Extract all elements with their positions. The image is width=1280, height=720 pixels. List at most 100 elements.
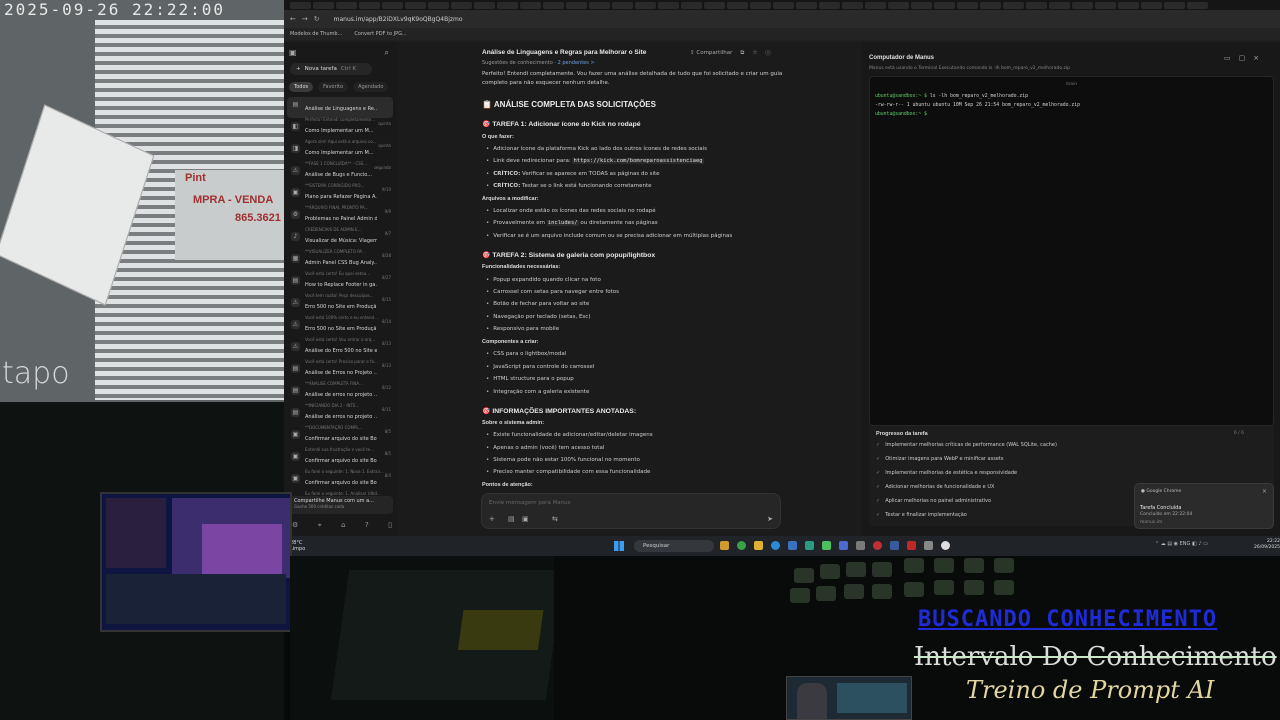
- sidebar-task-item[interactable]: ♪ Visualizar de Música: Viagem... 9/7 **VIS…: [287, 229, 393, 254]
- browser-tab[interactable]: [1003, 1, 1024, 9]
- plus-icon[interactable]: +: [489, 515, 495, 523]
- browser-tab[interactable]: [911, 1, 932, 9]
- browser-tab[interactable]: [635, 1, 656, 9]
- sidebar-task-item[interactable]: ▤ Análise de erros no projeto ... 8/12 **IN…: [287, 383, 393, 408]
- share-promo[interactable]: Compartilhe Manus com um a... Ganhe 500 …: [289, 496, 393, 514]
- browser-tab[interactable]: [727, 1, 748, 9]
- send-icon[interactable]: ➤: [767, 515, 773, 523]
- browser-tab[interactable]: [980, 1, 1001, 9]
- browser-tab[interactable]: [405, 1, 426, 9]
- star-icon[interactable]: ☆: [752, 50, 757, 56]
- close-icon[interactable]: ×: [1262, 488, 1267, 495]
- browser-tab[interactable]: [957, 1, 978, 9]
- share-button[interactable]: ⇪ Compartilhar: [690, 50, 732, 56]
- browser-tab[interactable]: [750, 1, 771, 9]
- chrome-notification[interactable]: ● Google Chrome × Tarefa Concluída Concl…: [1134, 483, 1274, 529]
- app-icon[interactable]: [839, 541, 848, 550]
- copy-icon[interactable]: ⧉: [740, 50, 744, 57]
- sidebar-task-item[interactable]: ▤ Análise de Linguagens e Re... Perfeito! …: [287, 97, 393, 122]
- close-icon[interactable]: ×: [1253, 54, 1259, 62]
- browser-tab[interactable]: [543, 1, 564, 9]
- browser-tab[interactable]: [658, 1, 679, 9]
- sidebar-task-item[interactable]: ◨ Como Implementar um M... quinta **FASE 1 …: [287, 141, 393, 166]
- translate-icon[interactable]: ⇆: [552, 515, 558, 523]
- browser-tab[interactable]: [612, 1, 633, 9]
- maximize-icon[interactable]: ▢: [1239, 54, 1246, 62]
- browser-tab[interactable]: [290, 1, 311, 9]
- new-task-button[interactable]: + Nova tarefa Ctrl K: [290, 63, 372, 75]
- browser-tab[interactable]: [428, 1, 449, 9]
- sidebar-task-item[interactable]: ▣ Confirmar arquivo do site Bo... 8/5 Eu fa…: [287, 449, 393, 474]
- browser-tab[interactable]: [842, 1, 863, 9]
- settings-icon[interactable]: ⚙: [292, 521, 298, 530]
- display-icon[interactable]: ▭: [1224, 54, 1231, 62]
- browser-tab[interactable]: [359, 1, 380, 9]
- sidebar-task-item[interactable]: ⚙ Problemas no Painel Admin d... 9/9 CREDEN…: [287, 207, 393, 232]
- browser-tab[interactable]: [313, 1, 334, 9]
- browser-tab[interactable]: [773, 1, 794, 9]
- sidebar-task-item[interactable]: ▣ Confirmar arquivo do site Bo... 8/5 Enten…: [287, 427, 393, 452]
- browser-tab[interactable]: [1118, 1, 1139, 9]
- info-icon[interactable]: ⓘ: [765, 49, 771, 57]
- reload-icon[interactable]: ↻: [314, 15, 320, 23]
- browser-tab[interactable]: [796, 1, 817, 9]
- home-icon[interactable]: ⌂: [341, 521, 345, 530]
- browser-tab[interactable]: [497, 1, 518, 9]
- browser-tab[interactable]: [819, 1, 840, 9]
- sidebar-task-item[interactable]: ⚠ Análise de Bugs e Funcio... segunda **SIS…: [287, 163, 393, 188]
- app-icon[interactable]: [873, 541, 882, 550]
- browser-tab[interactable]: [681, 1, 702, 9]
- search-icon[interactable]: ⌕: [385, 48, 389, 58]
- knowledge-suggestions[interactable]: Sugestões de conhecimento · 2 pendentes …: [482, 60, 595, 66]
- browser-tab[interactable]: [934, 1, 955, 9]
- browser-tab[interactable]: [382, 1, 403, 9]
- app-icon[interactable]: [856, 541, 865, 550]
- browser-tab[interactable]: [520, 1, 541, 9]
- terminal[interactable]: main ubuntu@sandbox:~ $ ls -lh bom_repar…: [869, 76, 1274, 426]
- url-field[interactable]: manus.im/app/B2iDXLv9qK9oQBgQ4Bjzmo: [334, 16, 463, 23]
- chrome-icon[interactable]: [737, 541, 746, 550]
- browser-tab[interactable]: [589, 1, 610, 9]
- mobile-icon[interactable]: ▯: [388, 521, 392, 530]
- browser-tab[interactable]: [566, 1, 587, 9]
- taskbar-clock[interactable]: 22:22 26/09/2025: [1254, 539, 1280, 551]
- sidebar-task-item[interactable]: ▤ How to Replace Footer in ga... 8/27 Você …: [287, 273, 393, 298]
- app-icon[interactable]: [805, 541, 814, 550]
- browser-tab[interactable]: [865, 1, 886, 9]
- browser-tab[interactable]: [474, 1, 495, 9]
- bookmark-item[interactable]: Convert PDF to JPG...: [354, 31, 406, 37]
- sidebar-task-item[interactable]: ▦ Admin Panel CSS Bug Analy... 8/28 Você es…: [287, 251, 393, 276]
- browser-tab[interactable]: [1095, 1, 1116, 9]
- browser-tab[interactable]: [1072, 1, 1093, 9]
- settings-icon[interactable]: [924, 541, 933, 550]
- sidebar-task-item[interactable]: ▤ Análise de erros no projeto ... 8/11 **DO…: [287, 405, 393, 430]
- windows-start-icon[interactable]: [614, 541, 624, 551]
- browser-tab[interactable]: [888, 1, 909, 9]
- sidebar-task-item[interactable]: ▤ Análise de Erros no Projeto ... 8/13 **AN…: [287, 361, 393, 386]
- bookmark-item[interactable]: Modelos de Thumb...: [290, 31, 342, 37]
- store-icon[interactable]: [788, 541, 797, 550]
- sidebar-task-item[interactable]: ⚠ Erro 500 no Site em Produçã... 8/15 Você …: [287, 295, 393, 320]
- filezilla-icon[interactable]: [907, 541, 916, 550]
- sidebar-task-item[interactable]: ▣ Plano para Refazer Página A... 9/10 **ARQ…: [287, 185, 393, 210]
- filter-scheduled[interactable]: Agendado: [353, 82, 389, 92]
- sidebar-task-item[interactable]: ⚠ Erro 500 no Site em Produçã... 8/14 Você …: [287, 317, 393, 342]
- sidebar-task-item[interactable]: ▣ Confirmar arquivo do site Bo... 8/4 Eu fa…: [287, 471, 393, 496]
- back-icon[interactable]: ←: [290, 15, 296, 23]
- edge-icon[interactable]: [771, 541, 780, 550]
- obs-icon[interactable]: [941, 541, 950, 550]
- browser-tab[interactable]: [1164, 1, 1185, 9]
- browser-tab[interactable]: [336, 1, 357, 9]
- message-input[interactable]: Envie mensagem para Manus + ▤ ▣ ⇆ ➤: [481, 493, 781, 529]
- location-icon[interactable]: ⌖: [318, 521, 322, 530]
- whatsapp-icon[interactable]: [822, 541, 831, 550]
- sidebar-task-item[interactable]: ◧ Como Implementar um M... quinta Agora sim…: [287, 119, 393, 144]
- pending-link[interactable]: 2 pendentes >: [558, 60, 595, 66]
- sidebar-task-item[interactable]: ⚠ Análise do Erro 500 no Site e... 8/13 Voc…: [287, 339, 393, 364]
- attach-icon[interactable]: ▤: [508, 515, 515, 523]
- browser-tab[interactable]: [1187, 1, 1208, 9]
- filter-favorites[interactable]: Favorito: [318, 82, 349, 92]
- browser-tab[interactable]: [1026, 1, 1047, 9]
- kick-link[interactable]: https://kick.com/bomreparoassistenciaeg: [572, 158, 704, 164]
- browser-tab[interactable]: [704, 1, 725, 9]
